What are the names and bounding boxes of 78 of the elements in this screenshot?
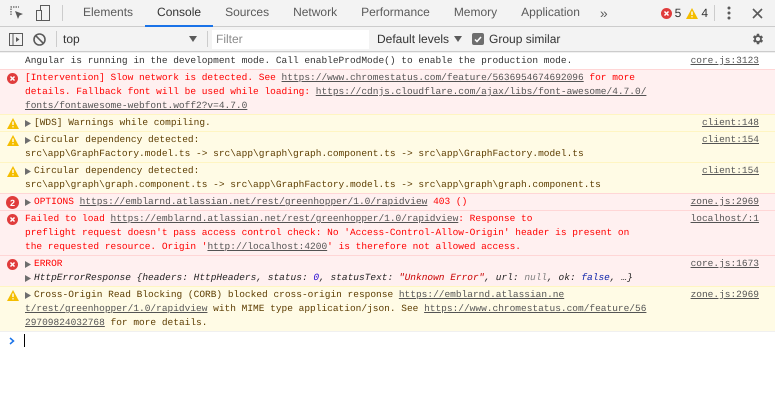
- expand-triangle-icon[interactable]: [25, 292, 31, 298]
- url-link[interactable]: 29709824032768: [25, 317, 105, 328]
- source-link[interactable]: core.js:3123: [682, 54, 775, 68]
- message-text: preflight request doesn't pass access control check: No 'Access-Control-Allow-Origin' header is present on: [25, 226, 630, 240]
- message-text: Circular dependency detected:: [34, 164, 200, 178]
- more-tabs-button[interactable]: »: [592, 2, 616, 24]
- message-text: Angular is running in the development mode. Call enableProdMode() to enable the production mode.: [25, 54, 572, 68]
- message-text: src\app\graph\graph.component.ts -> src\app\GraphFactory.model.ts -> src\app\graph\graph.component.ts: [25, 178, 601, 192]
- url-link[interactable]: fonts/fontawesome-webfont.woff2?v=4.7.0: [25, 100, 248, 111]
- source-link[interactable]: core.js:1673: [682, 257, 775, 271]
- message-text: 29709824032768 for more details.: [25, 316, 208, 330]
- message-text: details. Fallback font will be used while loading: https://cdnjs.cloudflare.com/ajax/libs/font-awesome/4.7.0/: [25, 85, 646, 99]
- checkmark-icon: [474, 36, 482, 42]
- expand-triangle-icon[interactable]: [25, 120, 31, 126]
- expand-triangle-icon[interactable]: [25, 136, 31, 144]
- panel-tab[interactable]: Network: [281, 0, 350, 26]
- url-link[interactable]: http://localhost:4200: [207, 241, 328, 252]
- source-link[interactable]: zone.js:2969: [682, 288, 775, 302]
- warning-icon: [6, 290, 18, 301]
- panel-tab[interactable]: Elements: [71, 0, 146, 26]
- warning-count: 4: [701, 5, 708, 22]
- source-link[interactable]: localhost/:1: [682, 212, 775, 226]
- error-icon: [7, 259, 18, 270]
- console-input-cursor[interactable]: [24, 334, 25, 347]
- url-link[interactable]: t/rest/greenhopper/1.0/rapidview: [25, 303, 208, 314]
- error-icon: [660, 8, 672, 18]
- group-similar-checkbox[interactable]: [472, 33, 484, 45]
- filter-field[interactable]: Filter: [212, 30, 369, 48]
- source-link[interactable]: client:154: [694, 133, 775, 147]
- error-count: 5: [674, 5, 682, 22]
- expand-triangle-icon[interactable]: [25, 198, 31, 206]
- panel-tab[interactable]: Memory: [442, 0, 510, 26]
- settings-icon[interactable]: [751, 32, 765, 46]
- warning-icon: [6, 135, 18, 146]
- group-similar-label: Group similar: [489, 31, 560, 48]
- message-text: Failed to load https://emblarnd.atlassian.net/rest/greenhopper/1.0/rapidview: Response to: [25, 212, 532, 226]
- url-link[interactable]: https://emblarnd.atlassian.net/rest/greenhopper/1.0/rapidview: [110, 213, 458, 224]
- sidebar-toggle-icon[interactable]: [9, 32, 23, 46]
- warning-icon: [6, 118, 18, 129]
- repeat-count-badge: 2: [6, 196, 19, 209]
- more-options-icon[interactable]: [727, 6, 731, 20]
- source-link[interactable]: client:148: [694, 116, 775, 130]
- message-text: OPTIONS https://emblarnd.atlassian.net/rest/greenhopper/1.0/rapidview 403 (): [34, 195, 468, 209]
- message-text: Cross-Origin Read Blocking (CORB) blocked cross-origin response https://emblarnd.atlassian.ne: [34, 288, 564, 302]
- panel-tab[interactable]: Performance: [349, 0, 442, 26]
- clear-console-icon[interactable]: [33, 32, 46, 46]
- error-icon: [7, 73, 18, 84]
- warning-icon: [6, 166, 18, 177]
- inspect-element-icon[interactable]: [10, 6, 24, 20]
- expand-triangle-icon[interactable]: [25, 260, 31, 268]
- panel-tab[interactable]: Application: [509, 0, 592, 26]
- prompt-chevron-icon: [9, 336, 15, 344]
- source-link[interactable]: zone.js:2969: [682, 195, 775, 209]
- message-text: ERROR: [34, 257, 63, 271]
- dropdown-caret-icon: [189, 36, 197, 42]
- url-link[interactable]: https://www.chromestatus.com/feature/56: [424, 303, 646, 314]
- message-text: t/rest/greenhopper/1.0/rapidview with MIME type application/json. See https://www.chromestatus.com/feature/56: [25, 302, 646, 316]
- dropdown-caret-icon: [454, 36, 462, 42]
- close-icon[interactable]: [752, 8, 763, 18]
- url-link[interactable]: https://cdnjs.cloudflare.com/ajax/libs/font-awesome/4.7.0/: [316, 86, 646, 97]
- source-link[interactable]: client:154: [694, 164, 775, 178]
- url-link[interactable]: https://emblarnd.atlassian.ne: [398, 289, 564, 300]
- url-link[interactable]: https://www.chromestatus.com/feature/5636954674692096: [282, 72, 584, 83]
- message-text: Circular dependency detected:: [34, 133, 200, 147]
- error-icon: [7, 214, 18, 225]
- message-text: the requested resource. Origin 'http://localhost:4200' is therefore not allowed access.: [25, 240, 522, 254]
- device-toolbar-icon[interactable]: [36, 5, 50, 21]
- message-text: [Intervention] Slow network is detected. See https://www.chromestatus.com/feature/5636954674692096 for more: [25, 71, 636, 85]
- message-text: HttpErrorResponse {headers: HttpHeaders, status: 0, statusText: "Unknown Error", url: null, ok: false, …}: [34, 271, 633, 285]
- warning-icon: [686, 8, 698, 18]
- log-levels-dropdown[interactable]: Default levels: [377, 30, 462, 48]
- message-text: src\app\GraphFactory.model.ts -> src\app\graph\graph.component.ts -> src\app\GraphFactory.model.ts: [25, 147, 584, 161]
- message-text: [WDS] Warnings while compiling.: [34, 116, 211, 130]
- url-link[interactable]: https://emblarnd.atlassian.net/rest/greenhopper/1.0/rapidview: [80, 196, 428, 207]
- expand-triangle-icon[interactable]: [25, 274, 31, 282]
- context-select[interactable]: top: [63, 30, 203, 48]
- expand-triangle-icon[interactable]: [25, 168, 31, 174]
- panel-tab[interactable]: Sources: [213, 0, 282, 26]
